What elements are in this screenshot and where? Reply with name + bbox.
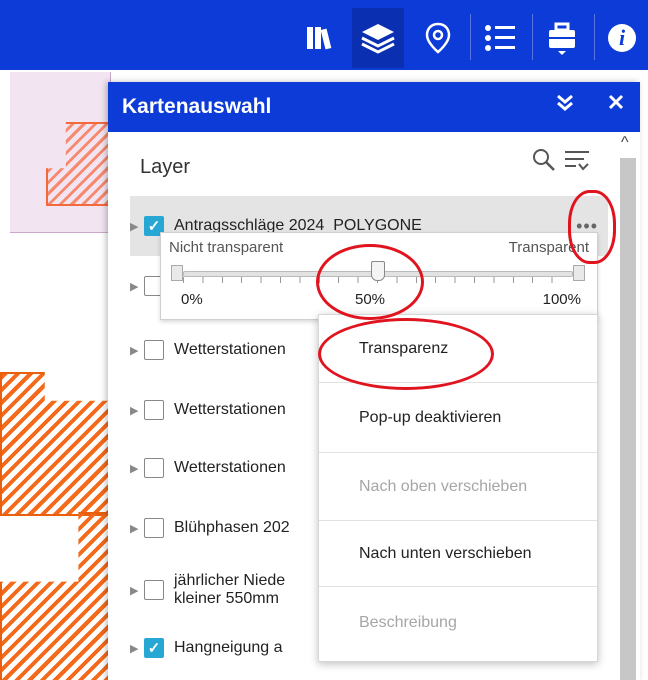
layer-row[interactable]: ▶ Wetterstationen <box>130 438 286 498</box>
menu-item-beschreibung: Beschreibung <box>359 614 457 631</box>
layer-row[interactable]: ▶ Wetterstationen <box>130 320 286 380</box>
layer-heading: Layer <box>140 156 191 178</box>
layer-row[interactable]: ▶ Blühphasen 202 <box>130 498 290 558</box>
top-toolbar: i <box>0 0 648 70</box>
scroll-up-icon[interactable]: ^ <box>621 134 629 152</box>
checkbox[interactable] <box>144 340 164 360</box>
annotation-circle-slider <box>316 244 424 320</box>
layer-label: Hangneigung a <box>174 639 283 656</box>
map-parcel-hatched-orange <box>0 372 112 516</box>
expand-arrow-icon[interactable]: ▶ <box>130 404 144 417</box>
layer-row[interactable]: ▶ ✓ Hangneigung a <box>130 618 283 678</box>
menu-item-popup-deaktivieren[interactable]: Pop-up deaktivieren <box>319 383 597 453</box>
checkbox[interactable] <box>144 400 164 420</box>
toolbar-separator <box>532 14 533 60</box>
slider-left-label: Nicht transparent <box>169 239 284 256</box>
map-parcel-hatched-orange <box>0 512 112 680</box>
tick-label-0: 0% <box>181 291 203 308</box>
layer-label: Wetterstationen <box>174 401 286 418</box>
layer-row[interactable]: ▶ Wetterstationen <box>130 380 286 440</box>
tick-label-100: 100% <box>542 291 581 308</box>
checkbox[interactable] <box>144 458 164 478</box>
menu-item-nach-oben: Nach oben verschieben <box>319 453 597 521</box>
search-icon[interactable] <box>532 148 556 179</box>
layer-label: Wetterstationen <box>174 341 286 358</box>
expand-arrow-icon[interactable]: ▶ <box>130 462 144 475</box>
layer-label: jährlicher Niede kleiner 550mm <box>174 572 286 607</box>
location-pin-icon[interactable] <box>412 8 464 68</box>
books-icon[interactable] <box>296 8 348 68</box>
legend-list-icon[interactable] <box>474 8 526 68</box>
toolbox-icon[interactable] <box>536 8 588 68</box>
filter-list-icon[interactable] <box>564 148 590 179</box>
layers-icon[interactable] <box>352 8 404 68</box>
panel-header: Kartenauswahl <box>108 82 640 132</box>
slider-increment-button[interactable] <box>573 265 585 281</box>
expand-arrow-icon[interactable]: ▶ <box>130 280 144 293</box>
expand-arrow-icon[interactable]: ▶ <box>130 642 144 655</box>
toolbar-separator <box>470 14 471 60</box>
annotation-circle-transparenz <box>318 318 494 390</box>
expand-arrow-icon[interactable]: ▶ <box>130 584 144 597</box>
layer-row[interactable]: ▶ jährlicher Niede kleiner 550mm <box>130 560 285 620</box>
close-icon[interactable] <box>608 92 624 118</box>
toolbar-separator <box>594 14 595 60</box>
menu-item-nach-unten[interactable]: Nach unten verschieben <box>319 521 597 587</box>
info-icon[interactable]: i <box>596 8 648 68</box>
checkbox[interactable] <box>144 580 164 600</box>
expand-arrow-icon[interactable]: ▶ <box>130 220 144 233</box>
double-chevron-down-icon[interactable] <box>556 92 574 118</box>
panel-title: Kartenauswahl <box>122 95 272 118</box>
checkbox-checked[interactable]: ✓ <box>144 638 164 658</box>
layer-label: Wetterstationen <box>174 459 286 476</box>
scrollbar-thumb[interactable] <box>620 158 636 680</box>
annotation-circle-more-options <box>568 190 616 264</box>
expand-arrow-icon[interactable]: ▶ <box>130 522 144 535</box>
layer-label: Blühphasen 202 <box>174 519 290 536</box>
checkbox[interactable] <box>144 518 164 538</box>
expand-arrow-icon[interactable]: ▶ <box>130 344 144 357</box>
slider-decrement-button[interactable] <box>171 265 183 281</box>
